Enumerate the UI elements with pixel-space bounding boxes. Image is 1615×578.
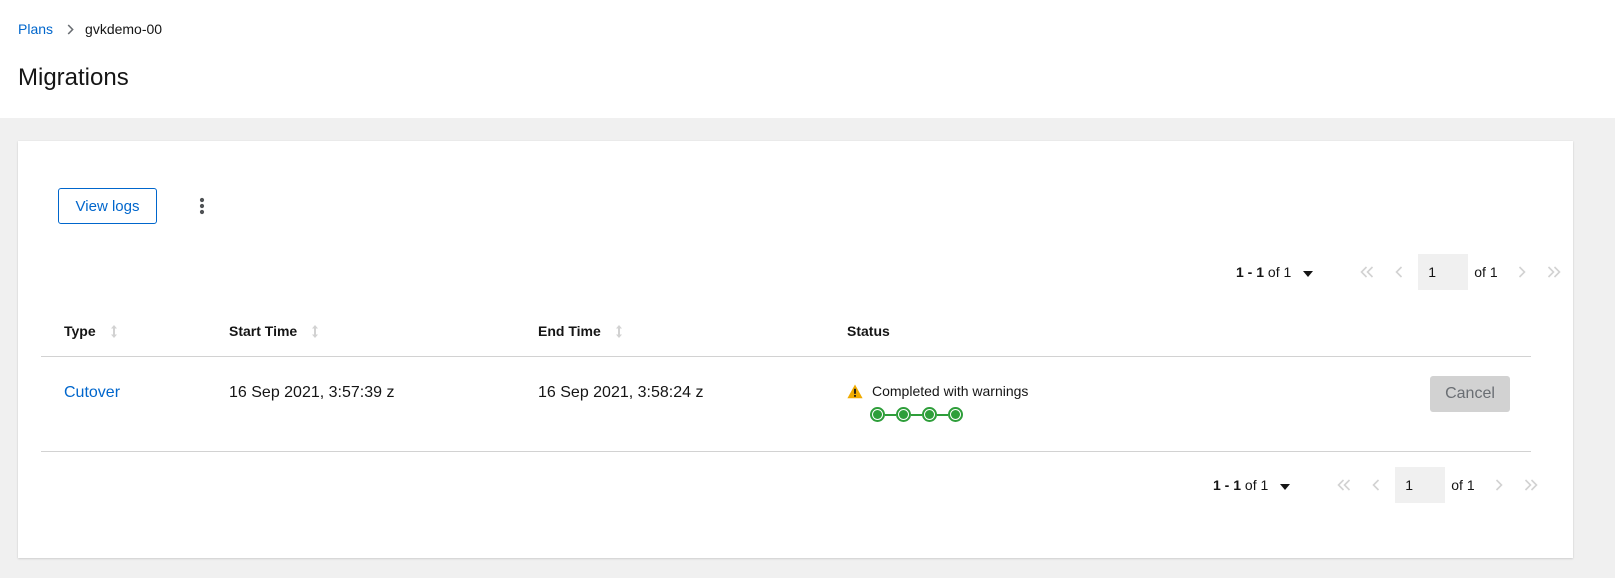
kebab-menu-icon[interactable] bbox=[191, 193, 213, 219]
breadcrumb-current: gvkdemo-00 bbox=[85, 21, 163, 37]
status-cell: Completed with warnings bbox=[847, 383, 1028, 399]
column-header-status: Status bbox=[847, 323, 890, 339]
pipeline-progress bbox=[870, 407, 963, 422]
column-header-type[interactable]: Type bbox=[64, 323, 118, 339]
table-row: Cutover 16 Sep 2021, 3:57:39 z 16 Sep 20… bbox=[41, 357, 1531, 452]
previous-page-icon[interactable] bbox=[1383, 254, 1415, 290]
column-header-start-time[interactable]: Start Time bbox=[229, 323, 319, 339]
page-number-input[interactable] bbox=[1395, 467, 1446, 503]
pipeline-connector bbox=[885, 413, 896, 416]
page-count: of 1 bbox=[1451, 477, 1475, 493]
pagination-range: 1 - 1 bbox=[1236, 264, 1265, 280]
previous-page-icon[interactable] bbox=[1360, 467, 1392, 503]
pipeline-step-complete-icon[interactable] bbox=[896, 407, 911, 422]
next-page-icon[interactable] bbox=[1506, 254, 1538, 290]
breadcrumb: Plans gvkdemo-00 bbox=[18, 21, 162, 37]
chevron-right-icon bbox=[67, 23, 74, 35]
cancel-button[interactable]: Cancel bbox=[1430, 376, 1510, 412]
pipeline-step-complete-icon[interactable] bbox=[922, 407, 937, 422]
caret-down-icon bbox=[1280, 477, 1291, 493]
page-header: Plans gvkdemo-00 Migrations bbox=[0, 0, 1615, 118]
pipeline-step-complete-icon[interactable] bbox=[870, 407, 885, 422]
pagination-total: of 1 bbox=[1244, 477, 1269, 493]
sort-icon bbox=[110, 324, 118, 339]
warning-icon bbox=[847, 384, 863, 399]
sort-icon bbox=[615, 324, 623, 339]
page-number-input[interactable] bbox=[1418, 254, 1469, 290]
status-text: Completed with warnings bbox=[872, 383, 1029, 399]
table-header: Type Start Time End Time Status bbox=[41, 312, 1531, 357]
breadcrumb-link-plans[interactable]: Plans bbox=[18, 21, 53, 37]
view-logs-button[interactable]: View logs bbox=[58, 188, 157, 224]
pagination-options-toggle[interactable]: 1 - 1 of 1 bbox=[1213, 477, 1291, 493]
pagination-bottom: 1 - 1 of 1 of 1 bbox=[1213, 467, 1547, 503]
next-page-icon[interactable] bbox=[1483, 467, 1515, 503]
pipeline-connector bbox=[937, 413, 948, 416]
pagination-total: of 1 bbox=[1267, 264, 1292, 280]
last-page-icon[interactable] bbox=[1538, 254, 1570, 290]
migration-type-link[interactable]: Cutover bbox=[64, 384, 120, 402]
pagination-options-toggle[interactable]: 1 - 1 of 1 bbox=[1236, 264, 1314, 280]
page-title: Migrations bbox=[18, 64, 129, 91]
migrations-card: View logs 1 - 1 of 1 of 1 Type Start Tim… bbox=[18, 141, 1573, 558]
page-count: of 1 bbox=[1474, 264, 1498, 280]
pipeline-step-complete-icon[interactable] bbox=[948, 407, 963, 422]
last-page-icon[interactable] bbox=[1515, 467, 1547, 503]
pipeline-connector bbox=[911, 413, 922, 416]
first-page-icon[interactable] bbox=[1351, 254, 1383, 290]
column-header-end-time[interactable]: End Time bbox=[538, 323, 623, 339]
end-time-cell: 16 Sep 2021, 3:58:24 z bbox=[538, 384, 704, 401]
start-time-cell: 16 Sep 2021, 3:57:39 z bbox=[229, 384, 395, 401]
caret-down-icon bbox=[1303, 264, 1314, 280]
pagination-range: 1 - 1 bbox=[1213, 477, 1242, 493]
first-page-icon[interactable] bbox=[1328, 467, 1360, 503]
pagination-top: 1 - 1 of 1 of 1 bbox=[1236, 254, 1570, 290]
sort-icon bbox=[311, 324, 319, 339]
